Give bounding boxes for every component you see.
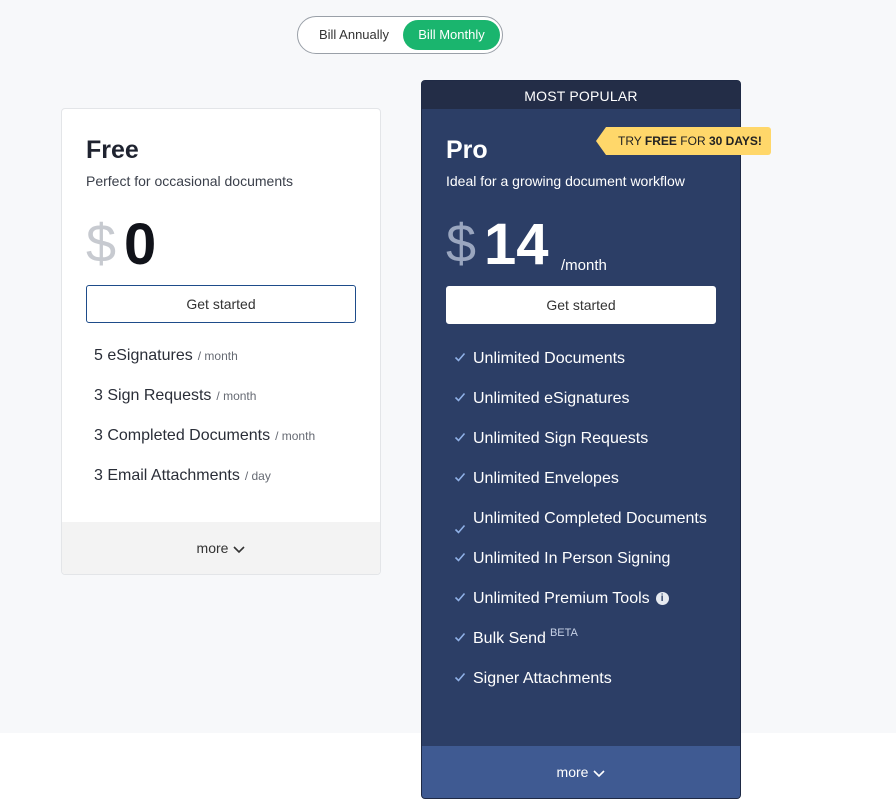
more-button[interactable]: more [62,522,380,574]
currency-symbol: $ [446,214,477,274]
chevron-down-icon [593,747,606,799]
check-icon [454,430,466,444]
get-started-button[interactable]: Get started [446,286,716,324]
feature-item: Unlimited eSignatures [454,387,724,411]
feature-unit: / month [216,389,257,403]
check-icon [454,350,466,364]
free-plan-card: Free Perfect for occasional documents $ … [61,108,381,575]
plan-title: Pro [446,136,488,164]
feature-text: Unlimited Premium Tools [473,590,650,607]
feature-item: Signer Attachments [454,667,724,691]
bill-monthly-option[interactable]: Bill Monthly [403,20,500,50]
feature-item: 5 eSignatures / month [94,347,315,387]
plan-description: Ideal for a growing document workflow [446,173,685,189]
bill-annually-option[interactable]: Bill Annually [306,20,402,50]
feature-text: 3 Sign Requests [94,387,212,404]
feature-item: 3 Sign Requests / month [94,387,315,427]
feature-item: Unlimited Completed Documents [454,507,724,534]
feature-text: Unlimited In Person Signing [473,550,671,567]
currency-symbol: $ [86,214,117,274]
feature-item: Unlimited Premium Tools i [454,587,724,611]
badge-middle: FOR [680,134,706,148]
feature-text: Unlimited eSignatures [473,390,630,407]
info-icon[interactable]: i [655,592,669,606]
plan-title: Free [86,136,139,164]
feature-unit: / month [197,349,238,363]
feature-item: Unlimited Documents [454,347,724,371]
feature-text: Bulk Send [473,630,546,647]
feature-item: 3 Completed Documents / month [94,427,315,467]
feature-text: Unlimited Documents [473,350,626,367]
get-started-button[interactable]: Get started [86,285,356,323]
check-icon [454,550,466,564]
feature-text: 3 Completed Documents [94,427,271,444]
feature-text: Signer Attachments [473,670,612,687]
price-period: /month [561,257,607,274]
billing-toggle[interactable]: Bill Annually Bill Monthly [297,16,503,54]
feature-item: Bulk Send BETA [454,627,724,651]
feature-text: 5 eSignatures [94,347,193,364]
more-button[interactable]: more [422,746,740,798]
feature-list: Unlimited Documents Unlimited eSignature… [454,347,724,707]
plan-description: Perfect for occasional documents [86,173,293,189]
feature-text: 3 Email Attachments [94,467,240,484]
plan-price: 14 [484,212,549,277]
feature-item: Unlimited Envelopes [454,467,724,491]
beta-tag: BETA [549,627,578,639]
feature-text: Unlimited Sign Requests [473,430,649,447]
free-trial-badge: TRY FREE FOR 30 DAYS! [596,127,771,155]
feature-unit: / day [244,469,271,483]
chevron-down-icon [233,523,246,575]
most-popular-banner: MOST POPULAR [422,81,740,109]
badge-free: FREE [644,134,677,148]
pro-plan-card: MOST POPULAR TRY FREE FOR 30 DAYS! Pro I… [421,80,771,799]
check-icon [454,670,466,684]
more-label: more [556,764,589,780]
check-icon [454,590,466,604]
feature-item: Unlimited Sign Requests [454,427,724,451]
feature-item: 3 Email Attachments / day [94,467,315,507]
feature-text: Unlimited Completed Documents [473,510,707,527]
check-icon [454,390,466,404]
badge-days: 30 DAYS! [708,134,762,148]
plan-price: 0 [124,212,157,277]
more-label: more [196,540,229,556]
check-icon [454,470,466,484]
feature-text: Unlimited Envelopes [473,470,619,487]
feature-unit: / month [275,429,316,443]
check-icon [454,630,466,644]
check-icon [454,522,466,536]
feature-item: Unlimited In Person Signing [454,547,724,571]
feature-list: 5 eSignatures / month 3 Sign Requests / mo… [94,347,315,507]
badge-prefix: TRY [618,134,642,148]
